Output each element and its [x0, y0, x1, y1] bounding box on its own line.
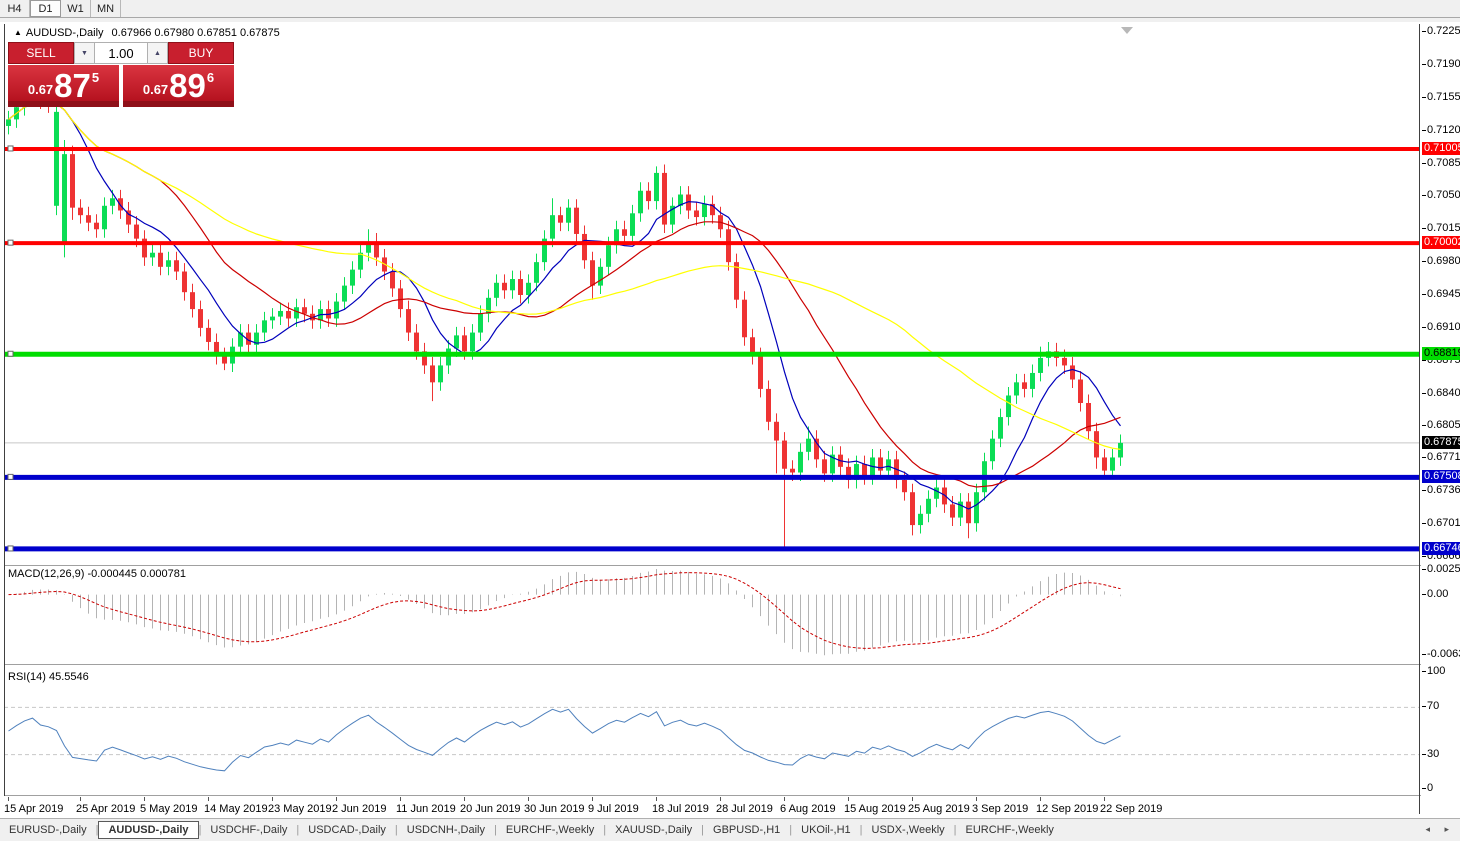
buy-price-big: 89 [169, 71, 206, 101]
price-axis-tick: 0.71900 [1422, 58, 1460, 71]
chart-tab-eurchfweekly[interactable]: EURCHF-,Weekly [957, 821, 1063, 839]
buy-price-panel[interactable]: 0.67 89 6 [123, 65, 234, 107]
price-axis-tick: 0.67710 [1422, 451, 1460, 464]
buy-price-prefix: 0.67 [143, 82, 168, 97]
level-price-label: 0.70002 [1422, 236, 1460, 249]
chart-tab-ukoilh1[interactable]: UKOil-,H1 [792, 821, 860, 839]
price-axis-tick: 0.72250 [1422, 25, 1460, 38]
timeframe-button-w1[interactable]: W1 [61, 0, 91, 17]
current-price-label: 0.67875 [1422, 436, 1460, 449]
price-axis[interactable]: 0.72250 0.71900 0.71550 0.71200 0.70850 0.705… [1422, 24, 1460, 818]
level-price-label: 0.67508 [1422, 470, 1460, 483]
price-axis-tick: 0.69450 [1422, 288, 1460, 301]
volume-input[interactable]: 1.00 [95, 42, 147, 64]
price-axis-tick: 0.67010 [1422, 517, 1460, 530]
level-price-label: 0.71005 [1422, 142, 1460, 155]
rsi-indicator-label: RSI(14) 45.5546 [8, 671, 89, 683]
price-axis-tick: 0.71550 [1422, 91, 1460, 104]
chart-tab-gbpusdh1[interactable]: GBPUSD-,H1 [704, 821, 789, 839]
chart-tab-usdchfdaily[interactable]: USDCHF-,Daily [201, 821, 296, 839]
chart-ohlc-quotes: 0.67966 0.67980 0.67851 0.67875 [112, 27, 280, 39]
chart-tab-eurchfweekly[interactable]: EURCHF-,Weekly [497, 821, 603, 839]
volume-increase-button[interactable]: ▲ [147, 42, 168, 64]
rsi-axis-tick: 100 [1422, 665, 1445, 678]
timeframe-button-mn[interactable]: MN [91, 0, 121, 17]
chart-tab-eurusddaily[interactable]: EURUSD-,Daily [0, 821, 96, 839]
chart-tab-usdxweekly[interactable]: USDX-,Weekly [863, 821, 954, 839]
svg-text:15 Apr 2019: 15 Apr 2019 [4, 803, 63, 815]
buy-price-pip: 6 [207, 70, 214, 85]
level-price-label: 0.66746 [1422, 542, 1460, 555]
svg-text:18 Jul 2019: 18 Jul 2019 [652, 803, 709, 815]
timeframe-button-d1[interactable]: D1 [30, 0, 61, 17]
chart-window[interactable]: 15 Apr 2019 25 Apr 2019 5 May 2019 14 May 2… [4, 24, 1421, 818]
rsi-axis-tick: 30 [1422, 748, 1439, 761]
price-axis-tick: 0.68400 [1422, 387, 1460, 400]
price-axis-tick: 0.70500 [1422, 189, 1460, 202]
chart-tab-usdcaddaily[interactable]: USDCAD-,Daily [299, 821, 395, 839]
timeframe-toolbar: H4D1W1MN [0, 0, 1460, 17]
buy-button[interactable]: BUY [168, 42, 234, 64]
price-axis-tick: 0.70150 [1422, 222, 1460, 235]
macd-axis-tick: -0.006326 [1422, 648, 1460, 661]
svg-text:6 Aug 2019: 6 Aug 2019 [780, 803, 836, 815]
sell-price-prefix: 0.67 [28, 82, 53, 97]
svg-text:9 Jul 2019: 9 Jul 2019 [588, 803, 639, 815]
sell-price-big: 87 [54, 71, 91, 101]
svg-text:20 Jun 2019: 20 Jun 2019 [460, 803, 521, 815]
svg-text:2 Jun 2019: 2 Jun 2019 [332, 803, 386, 815]
chart-tab-xauusddaily[interactable]: XAUUSD-,Daily [606, 821, 701, 839]
svg-text:12 Sep 2019: 12 Sep 2019 [1036, 803, 1098, 815]
sell-button[interactable]: SELL [8, 42, 74, 64]
macd-indicator-label: MACD(12,26,9) -0.000445 0.000781 [8, 568, 186, 580]
price-axis-tick: 0.69800 [1422, 255, 1460, 268]
macd-axis-tick: 0.00 [1422, 588, 1448, 601]
price-axis-tick: 0.69100 [1422, 321, 1460, 334]
chart-title: ▲ AUDUSD-,Daily 0.67966 0.67980 0.67851 0.… [14, 27, 280, 39]
rsi-axis-tick: 0 [1422, 782, 1433, 795]
svg-text:30 Jun 2019: 30 Jun 2019 [524, 803, 585, 815]
tab-scroll-arrows[interactable]: ◂ ▸ [1425, 824, 1455, 835]
svg-text:28 Jul 2019: 28 Jul 2019 [716, 803, 773, 815]
terminal-window: H4D1W1MN 15 Apr 2019 25 Apr 2019 5 May 201… [0, 0, 1460, 841]
one-click-trading-widget: SELL ▼ 1.00 ▲ BUY 0.67 87 5 0.67 89 6 [8, 42, 234, 107]
svg-text:22 Sep 2019: 22 Sep 2019 [1100, 803, 1162, 815]
rsi-axis-tick: 70 [1422, 700, 1439, 713]
svg-text:3 Sep 2019: 3 Sep 2019 [972, 803, 1028, 815]
macd-axis-tick: 0.002574 [1422, 563, 1460, 576]
collapse-triangle-icon[interactable]: ▲ [14, 28, 22, 37]
sell-price-panel[interactable]: 0.67 87 5 [8, 65, 119, 107]
price-axis-tick: 0.70850 [1422, 157, 1460, 170]
chart-symbol-label: AUDUSD-,Daily [26, 27, 104, 39]
price-axis-tick: 0.68050 [1422, 419, 1460, 432]
timeframe-button-h4[interactable]: H4 [0, 0, 30, 17]
price-axis-tick: 0.67360 [1422, 484, 1460, 497]
svg-text:5 May 2019: 5 May 2019 [140, 803, 197, 815]
svg-text:15 Aug 2019: 15 Aug 2019 [844, 803, 906, 815]
candlestick-chart-canvas[interactable]: 15 Apr 2019 25 Apr 2019 5 May 2019 14 May 2… [4, 24, 1421, 818]
svg-text:11 Jun 2019: 11 Jun 2019 [396, 803, 456, 815]
svg-text:23 May 2019: 23 May 2019 [268, 803, 332, 815]
toolbar-separator [0, 17, 1460, 23]
chart-tab-usdcnhdaily[interactable]: USDCNH-,Daily [398, 821, 494, 839]
chart-tab-audusddaily[interactable]: AUDUSD-,Daily [98, 821, 198, 839]
svg-text:25 Apr 2019: 25 Apr 2019 [76, 803, 135, 815]
level-price-label: 0.68819 [1422, 347, 1460, 360]
svg-text:25 Aug 2019: 25 Aug 2019 [908, 803, 970, 815]
price-axis-tick: 0.71200 [1422, 124, 1460, 137]
chart-tab-bar: EURUSD-,Daily|AUDUSD-,Daily|USDCHF-,Dail… [0, 818, 1460, 841]
volume-decrease-button[interactable]: ▼ [74, 42, 95, 64]
sell-price-pip: 5 [92, 70, 99, 85]
svg-text:14 May 2019: 14 May 2019 [204, 803, 268, 815]
